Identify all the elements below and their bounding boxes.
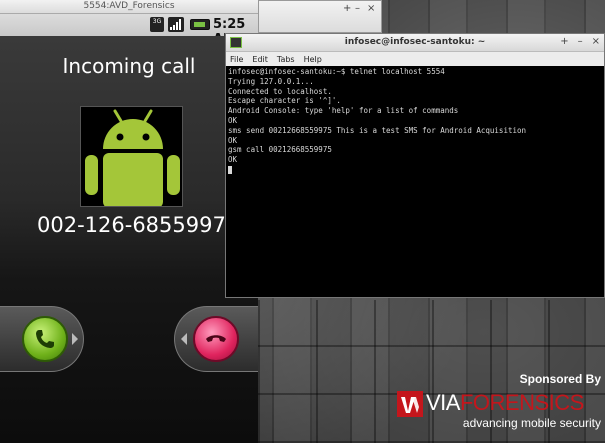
menu-help[interactable]: Help bbox=[304, 55, 322, 64]
phone-hangup-icon bbox=[206, 335, 226, 342]
chevron-right-icon bbox=[72, 333, 78, 345]
terminal-menubar: File Edit Tabs Help bbox=[226, 52, 604, 66]
terminal-line: infosec@infosec-santoku:~$ telnet localh… bbox=[228, 67, 445, 76]
signal-strength-icon bbox=[168, 17, 184, 32]
menu-edit[interactable]: Edit bbox=[252, 55, 268, 64]
call-screen bbox=[0, 36, 258, 443]
terminal-titlebar[interactable]: infosec@infosec-santoku: ~ + – × bbox=[226, 34, 604, 52]
minimize-icon[interactable]: – bbox=[578, 36, 583, 47]
caller-phone-number: 002-126-68559975 bbox=[37, 213, 240, 237]
window-controls: + – × bbox=[560, 36, 600, 47]
chevron-left-icon bbox=[181, 333, 187, 345]
decline-knob[interactable] bbox=[193, 316, 239, 362]
answer-call-button[interactable] bbox=[0, 306, 84, 372]
menu-tabs[interactable]: Tabs bbox=[277, 55, 295, 64]
caller-avatar bbox=[80, 106, 183, 207]
terminal-window-title: infosec@infosec-santoku: ~ bbox=[344, 37, 486, 47]
network-3g-icon: 3G bbox=[150, 17, 164, 32]
incoming-call-heading: Incoming call bbox=[62, 54, 196, 78]
maximize-icon[interactable]: + bbox=[560, 36, 568, 47]
emulator-window: 5554:AVD_Forensics 3G 5:25 AM Incoming c… bbox=[0, 0, 258, 443]
terminal-prompt bbox=[228, 165, 602, 175]
sponsor-tagline: advancing mobile security bbox=[462, 416, 601, 430]
android-status-bar[interactable]: 3G 5:25 AM bbox=[0, 14, 258, 47]
terminal-line: sms send 00212668559975 This is a test S… bbox=[228, 125, 527, 135]
terminal-line: gsm call 00212668559975 bbox=[228, 145, 332, 155]
terminal-line: Trying 127.0.0.1... bbox=[228, 76, 314, 86]
brand-via: VIA bbox=[426, 390, 460, 415]
terminal-window: infosec@infosec-santoku: ~ + – × File Ed… bbox=[225, 33, 605, 298]
decline-call-button[interactable] bbox=[174, 306, 258, 372]
terminal-line: Connected to localhost. bbox=[228, 86, 332, 96]
terminal-line: OK bbox=[228, 135, 238, 145]
answer-knob[interactable] bbox=[22, 316, 68, 362]
terminal-cursor bbox=[228, 165, 232, 174]
emulator-titlebar[interactable]: 5554:AVD_Forensics bbox=[0, 0, 258, 14]
android-robot-icon bbox=[81, 107, 182, 206]
background-window-titlebar[interactable]: + – × bbox=[258, 0, 382, 33]
sponsored-by-label: Sponsored By bbox=[519, 372, 601, 386]
terminal-output[interactable]: infosec@infosec-santoku:~$ telnet localh… bbox=[226, 66, 604, 297]
emulator-window-title: 5554:AVD_Forensics bbox=[83, 1, 175, 11]
terminal-line: Escape character is '^]'. bbox=[228, 96, 341, 106]
maximize-icon[interactable]: + bbox=[343, 3, 351, 14]
sponsor-banner: Sponsored By VIAFORENSICS advancing mobi… bbox=[390, 372, 605, 443]
phone-answer-icon bbox=[36, 330, 54, 348]
brand-forensics: FORENSICS bbox=[459, 390, 584, 415]
viaforensics-logo-icon bbox=[397, 391, 423, 417]
terminal-line: Android Console: type 'help' for a list … bbox=[228, 106, 459, 116]
terminal-line: OK bbox=[228, 155, 238, 165]
sponsor-brand: VIAFORENSICS bbox=[426, 390, 584, 416]
terminal-line: OK bbox=[228, 115, 238, 125]
minimize-icon[interactable]: – bbox=[355, 3, 360, 14]
close-icon[interactable]: × bbox=[367, 3, 375, 14]
close-icon[interactable]: × bbox=[592, 36, 600, 47]
menu-file[interactable]: File bbox=[230, 55, 243, 64]
battery-icon bbox=[190, 19, 210, 30]
